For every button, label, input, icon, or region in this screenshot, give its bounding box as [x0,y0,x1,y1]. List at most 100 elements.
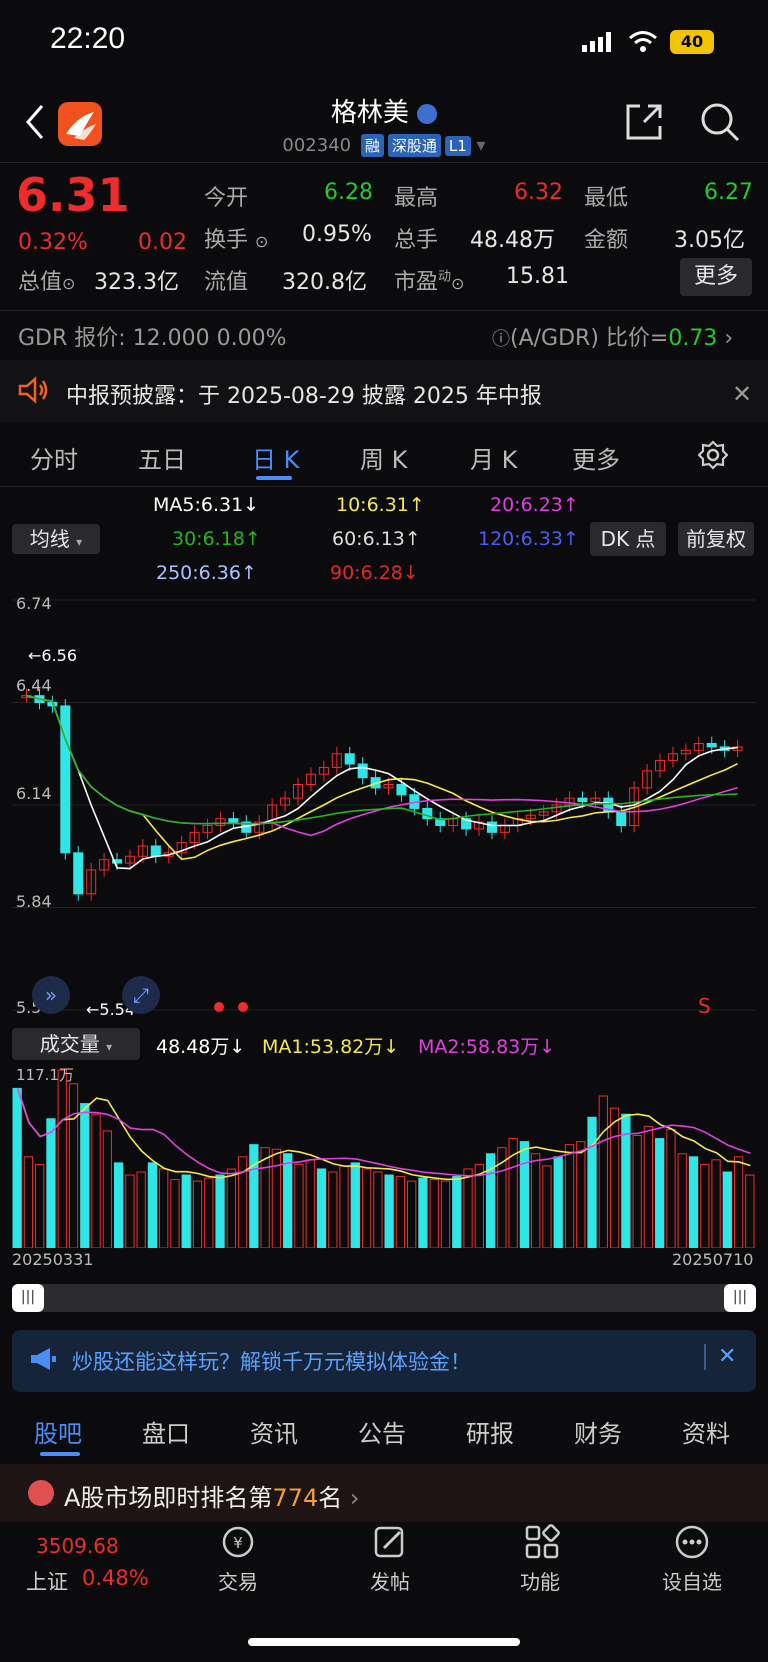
index-pct[interactable]: 0.48% [82,1566,149,1590]
low-value: 6.27 [704,180,753,205]
search-icon[interactable] [700,102,740,146]
volume-bar [440,1180,451,1248]
volume-bar [722,1171,732,1248]
tab-finance[interactable]: 财务 [574,1414,622,1449]
gdr-ratio[interactable]: ⓘ(A/GDR) 比价=0.73 › [492,320,733,352]
y-tick-4: 5.84 [16,892,52,911]
pe-label: 市盈动⊙ [394,269,465,295]
volume-bar [35,1163,45,1248]
tab-monthly-k[interactable]: 月 K [470,440,517,475]
volume-bar [23,1156,34,1248]
volume-bar [136,1171,146,1248]
tab-profile[interactable]: 资料 [682,1414,730,1449]
nav-func[interactable]: 功能 [490,1566,590,1595]
ma20-line [26,694,738,837]
nav-fav[interactable]: 设自选 [642,1566,742,1595]
tab-5day[interactable]: 五日 [138,440,186,475]
volume-bar [102,1130,112,1248]
mktcap-label: 总值⊙ [18,270,76,295]
volume-chart[interactable] [12,1064,756,1248]
volume-bar [361,1168,372,1248]
more-dots-icon[interactable] [674,1524,710,1564]
nav-post[interactable]: 发帖 [340,1566,440,1595]
candle [577,797,588,803]
info-icon[interactable]: ⊙ [62,274,75,293]
volume-bar [305,1159,315,1248]
y-tick-2: 6.44 [16,676,52,695]
signal-icon [582,32,616,56]
caret-down-icon: ▾ [76,535,83,549]
tab-intraday[interactable]: 分时 [30,440,78,475]
promo-text: 炒股还能这样玩？解锁千万元模拟体验金！ [72,1350,471,1374]
close-icon[interactable]: ✕ [732,380,752,408]
settings-icon[interactable] [697,440,729,474]
index-value[interactable]: 3509.68 [36,1534,119,1558]
tab-more[interactable]: 更多 [572,440,620,475]
volume-bar [57,1069,67,1248]
ma30-label: 30:6.18↑ [172,528,261,550]
turnover-label: 换手 ⊙ [204,228,269,253]
fq-button[interactable]: 前复权 [678,522,754,556]
trade-icon[interactable]: ¥ [220,1524,256,1564]
candle [73,852,84,895]
gdr-row[interactable]: GDR 报价: 12.000 0.00% [18,320,287,352]
more-button[interactable]: 更多 [680,258,752,296]
candle [396,784,407,796]
edit-icon[interactable] [372,1524,408,1564]
date-end: 20250710 [672,1250,754,1269]
amount-label: 金额 [584,228,629,253]
nav-trade[interactable]: 交易 [188,1566,288,1595]
range-handle-left[interactable]: ||| [12,1284,44,1312]
volume-bar [316,1168,327,1248]
volume-bar [91,1113,101,1248]
volume-select[interactable]: 成交量 ▾ [12,1028,140,1060]
tab-news[interactable]: 资讯 [250,1414,298,1449]
help-icon: ⓘ [492,329,510,350]
volume-bar [181,1174,191,1248]
zheng-badge-icon [417,103,438,124]
volume-bar [12,1087,22,1248]
tab-announce[interactable]: 公告 [358,1414,406,1449]
range-handle-right[interactable]: ||| [724,1284,756,1312]
apps-icon[interactable] [524,1524,560,1564]
info-icon[interactable]: ⊙ [255,232,268,251]
volume-bar [542,1165,552,1248]
info-icon[interactable]: ⊙ [451,274,464,293]
candle [150,845,161,857]
volume-bar [474,1163,484,1248]
dk-button[interactable]: DK 点 [590,522,666,556]
expand-left-icon[interactable]: » [32,976,70,1014]
caret-down-icon[interactable]: ▾ [477,135,486,156]
speaker-icon [16,376,50,408]
tab-daily-k[interactable]: 日 K [252,440,299,475]
tab-guba[interactable]: 股吧 [34,1414,82,1449]
volume-label: 总手 [394,228,439,253]
share-icon[interactable] [624,102,664,146]
range-scrollbar[interactable] [12,1284,756,1312]
volume-bar [655,1138,665,1248]
candle [616,811,627,826]
volume-bar [339,1165,349,1248]
vol-ma2: MA2:58.83万↓ [418,1036,556,1058]
wifi-icon [628,30,658,56]
promo-close-icon[interactable]: ✕ [718,1344,736,1369]
volume-bar [429,1179,439,1248]
pe-value: 15.81 [506,264,569,289]
volume-bar [711,1159,721,1248]
volume-bar [463,1168,473,1248]
float-label: 流值 [204,270,249,295]
notice-text: 中报预披露：于 2025-08-29 披露 2025 年中报 [66,384,542,409]
tab-pankou[interactable]: 盘口 [142,1414,190,1449]
fullscreen-icon[interactable]: ⤢ [122,976,160,1014]
ma-select[interactable]: 均线 ▾ [12,524,100,554]
promo-divider [704,1344,706,1370]
chevron-right-icon: › [349,1484,360,1512]
tab-weekly-k[interactable]: 周 K [360,440,407,475]
index-name[interactable]: 上证 [26,1566,68,1596]
tab-research[interactable]: 研报 [466,1414,514,1449]
stock-code: 002340 [282,135,352,156]
kline-chart[interactable] [12,590,756,1020]
tag-margin: 融 [360,134,384,157]
volume-bar [204,1177,214,1248]
float-value: 320.8亿 [282,270,367,295]
